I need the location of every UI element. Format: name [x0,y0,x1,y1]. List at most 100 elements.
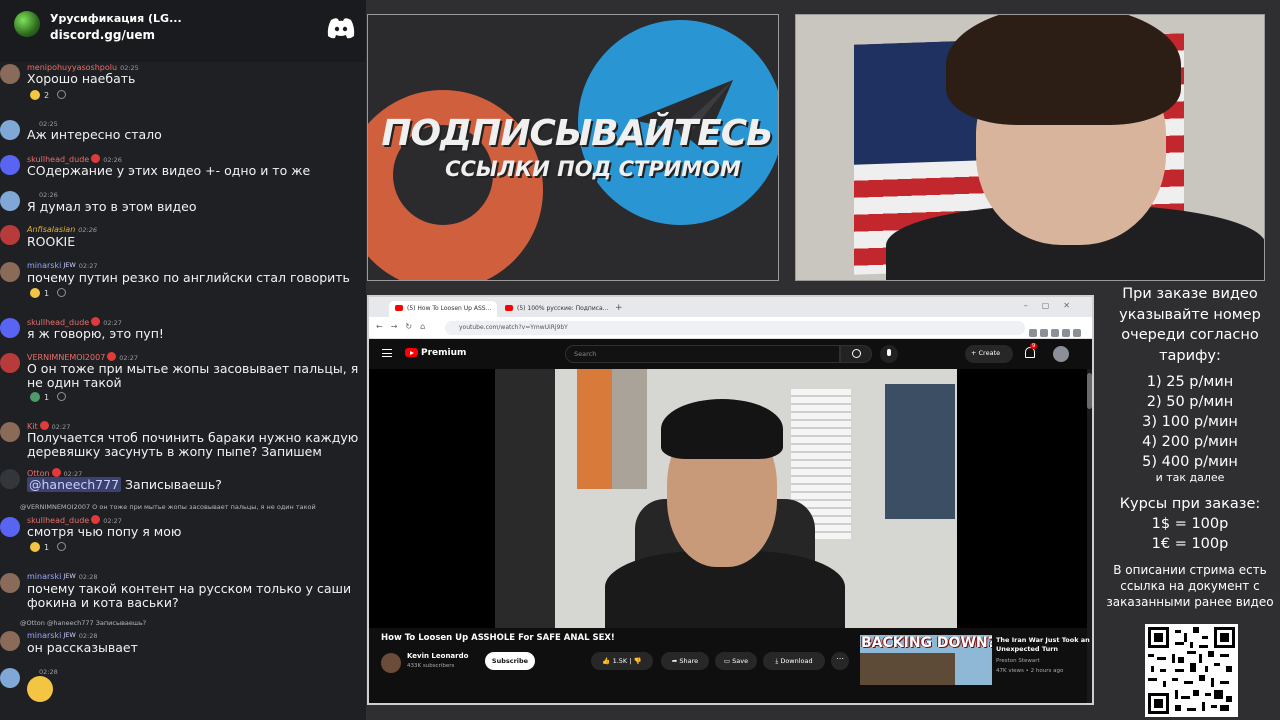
like-button[interactable]: 👍 1.5K | 👎 [591,652,653,670]
menu-icon[interactable] [382,349,392,357]
message-text: почему путин резко по английски стал гов… [27,270,350,285]
suggested-video-thumbnail[interactable]: BACKING DOWN? [860,635,992,685]
search-input[interactable]: Search [565,345,840,363]
channel-name[interactable]: Kevin Leonardo [407,652,468,660]
reaction[interactable]: 1 [30,288,67,298]
description-note: В описании стрима есть ссылка на докумен… [1106,563,1274,609]
avatar [0,517,20,537]
avatar [0,155,20,175]
reply-preview[interactable]: @VERNIMNEMOI2007 О он тоже при мытье жоп… [20,503,316,511]
rate-item: 2) 50 р/мин [1146,394,1234,410]
youtube-favicon-icon [505,305,513,311]
rate-item: 5) 400 р/мин [1142,454,1238,470]
suggested-video-channel[interactable]: Preston Stewart [996,658,1040,664]
currency-rate: 1$ = 100р [1151,516,1229,532]
avatar [0,573,20,593]
notification-count: 9 [1030,343,1038,349]
tab-strip: (5) How To Loosen Up ASS... (5) 100% рус… [369,297,1092,317]
download-button[interactable]: ⤓ Download [763,652,825,670]
role-badge-icon [39,421,49,430]
username: Anfisalasian 02:26 [27,225,98,234]
laugh-emoji-icon [27,676,53,702]
video-title: How To Loosen Up ASSHOLE For SAFE ANAL S… [381,633,615,643]
subscribe-button[interactable]: Subscribe [485,652,535,670]
avatar [0,262,20,282]
subscribe-promo-panel: ПОДПИСЫВАЙТЕСЬ ССЫЛКИ ПОД СТРИМОМ [367,14,779,281]
nav-buttons[interactable]: ←→↻⌂ [376,322,433,331]
add-reaction-icon [57,288,67,297]
browser-tab[interactable]: (5) 100% русские: Подписа... [499,301,611,317]
avatar [0,191,20,211]
avatar [0,318,20,338]
reaction[interactable]: 2 [30,90,67,100]
window-controls[interactable]: –▢✕ [1024,301,1084,310]
laugh-emoji-icon [30,288,40,298]
role-badge-icon [91,154,101,163]
laugh-emoji-icon [30,90,40,100]
avatar [0,668,20,688]
presenter-hair [661,399,783,459]
browser-tab-active[interactable]: (5) How To Loosen Up ASS... [389,301,497,317]
suggested-video-title[interactable]: The Iran War Just Took an Unexpected Tur… [996,636,1091,654]
username: minarski JEW 02:27 [27,261,98,270]
message-text: Получается чтоб починить бараки нужно ка… [27,430,359,459]
emoji-icon [30,542,40,552]
youtube-header: Premium Search + Create 9 [369,339,1092,369]
username: minarski JEW 02:28 [27,572,98,581]
extension-icons[interactable] [1029,322,1089,337]
search-icon[interactable] [840,345,872,363]
share-button[interactable]: ➦ Share [661,652,709,670]
wall-art [885,384,955,519]
rate-item: 1) 25 р/мин [1146,374,1234,390]
emoji-icon [30,392,40,402]
role-badge-icon [91,317,101,326]
rate-item: 3) 100 р/мин [1142,414,1238,430]
order-info-panel: При заказе видео указывайте номер очеред… [1100,284,1280,610]
mention[interactable]: @haneech777 [27,477,122,492]
promo-subtitle: ССЫЛКИ ПОД СТРИМОМ [445,157,741,181]
video-player[interactable] [369,369,1087,628]
microphone-icon[interactable] [880,345,898,363]
message-text: @haneech777 Записываешь? [27,477,222,492]
page-scrollbar[interactable] [1087,369,1092,703]
new-tab-button[interactable]: + [615,303,623,313]
avatar [0,422,20,442]
video-frame[interactable] [495,369,957,628]
create-button[interactable]: + Create [965,345,1013,363]
message-text: ROOKIE [27,234,76,249]
role-badge-icon [91,515,101,524]
youtube-favicon-icon [395,305,403,311]
acoustic-panels [495,369,555,628]
reply-preview[interactable]: @Otton @haneech777 Записываешь? [20,619,146,627]
discord-chat-overlay: Урусификация (LG... discord.gg/uem menip… [0,0,366,720]
currency-title: Курсы при заказе: [1119,496,1261,512]
youtube-brand[interactable]: Premium [421,348,466,358]
role-badge-icon [51,468,61,477]
thumbnail-map [860,653,955,685]
rates-more: и так далее [1155,471,1225,484]
youtube-page: Premium Search + Create 9 How To Loosen … [369,339,1092,703]
streamer-hair [946,15,1181,125]
message-text: Аж интересно стало [27,127,162,142]
suggested-video-meta: 47K views • 2 hours ago [996,668,1064,674]
like-count: 1.5K [612,657,628,665]
username: 02:28 [39,668,58,676]
account-avatar[interactable] [1053,346,1069,362]
avatar [0,120,20,140]
add-reaction-icon [57,90,67,99]
order-instructions: При заказе видео указывайте номер очеред… [1119,286,1261,364]
channel-avatar[interactable] [381,653,401,673]
add-reaction-icon [57,392,67,401]
username: 02:26 [39,191,58,199]
discord-logo-icon [327,18,355,39]
message-text: СОдержание у этих видео +- одно и то же [27,163,311,178]
more-options-icon[interactable]: ⋯ [831,652,849,670]
youtube-logo-icon[interactable] [405,348,418,357]
reaction[interactable]: 1 [30,542,67,552]
save-button[interactable]: ▭ Save [715,652,757,670]
role-badge-icon [107,352,117,361]
message-text: смотря чью попу я мою [27,524,182,539]
url-input[interactable]: youtube.com/watch?v=YmwUiRj9bY [445,321,1025,335]
reaction[interactable]: 1 [30,392,67,402]
message-text: я ж говорю, это пуп! [27,326,164,341]
